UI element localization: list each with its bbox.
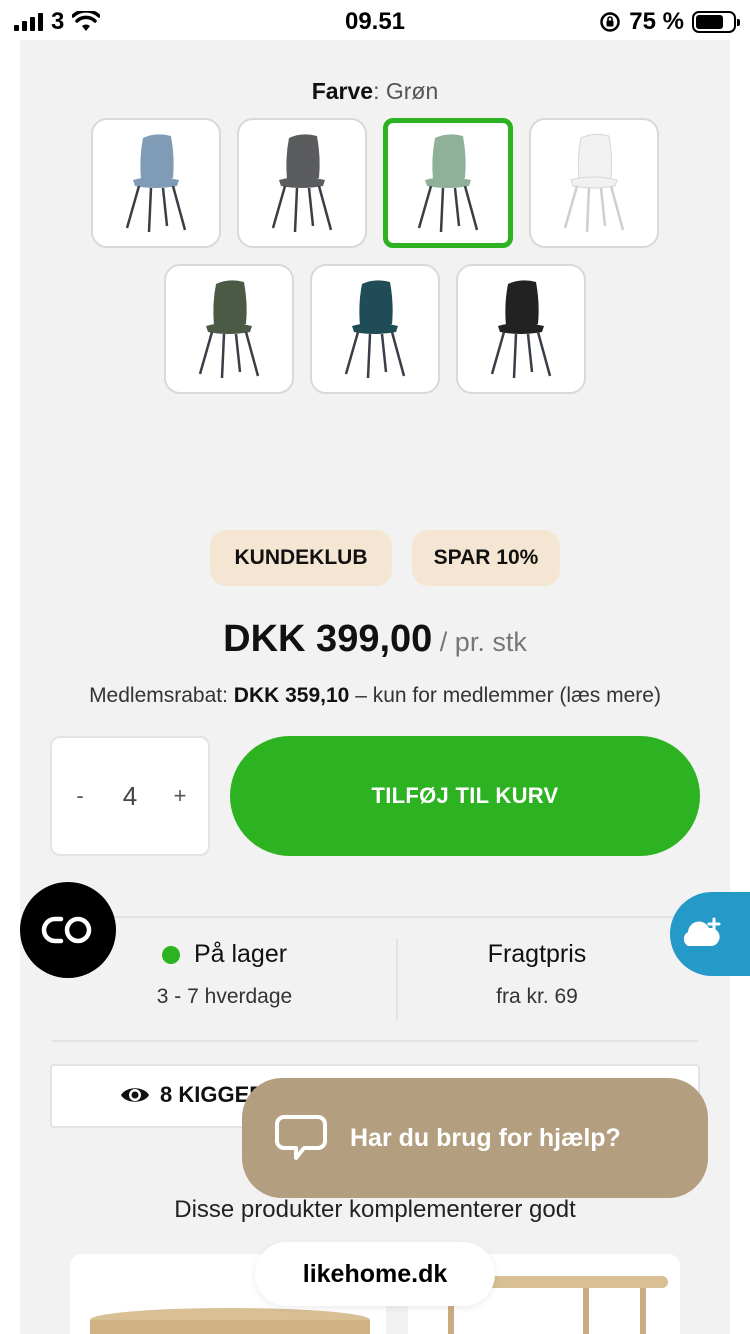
quantity-plus-button[interactable]: + [170, 783, 190, 809]
freight-price: fra kr. 69 [496, 985, 578, 1008]
price-unit: / pr. stk [432, 627, 527, 657]
divider-top [52, 916, 698, 918]
price: DKK 399,00 [223, 618, 433, 660]
badge-kundeklub: KUNDEKLUB [210, 530, 392, 586]
chair-image [344, 280, 406, 379]
in-stock-dot-icon [161, 945, 180, 964]
delivery-time: 3 - 7 hverdage [156, 985, 293, 1008]
color-swatch-green[interactable] [383, 118, 513, 248]
cloud-plus-icon [683, 917, 721, 946]
member-suffix: – kun for medlemmer (læs mere) [349, 684, 661, 707]
color-label: Farve: Grøn [0, 78, 750, 105]
member-price: DKK 359,10 [233, 684, 350, 707]
chat-bubble-icon [275, 1115, 327, 1160]
stock-title: På lager [193, 940, 288, 968]
status-right: 75 % [599, 8, 740, 36]
eye-icon [121, 1088, 149, 1102]
rotation-lock-icon [600, 12, 621, 32]
chair-image [417, 134, 479, 233]
color-label-key: Farve [311, 78, 374, 104]
badge-spar: SPAR 10% [412, 530, 560, 586]
site-domain-label[interactable]: likehome.dk [255, 1242, 495, 1306]
price-row: DKK 399,00 / pr. stk [0, 618, 750, 661]
member-prefix: Medlemsrabat: [89, 684, 234, 707]
status-bar: 3 09.51 75 % [0, 0, 750, 40]
color-swatch-petrol[interactable] [310, 264, 440, 394]
cloud-add-button[interactable] [670, 892, 750, 976]
help-text: Har du brug for hjælp? [350, 1123, 621, 1152]
quantity-minus-button[interactable]: - [70, 783, 90, 809]
color-swatch-blue-grey[interactable] [91, 118, 221, 248]
add-to-cart-button[interactable]: TILFØJ TIL KURV [230, 736, 700, 856]
color-label-value: : Grøn [373, 78, 439, 104]
loyalty-link-button[interactable] [20, 882, 116, 978]
color-swatch-black[interactable] [456, 264, 586, 394]
chair-image [563, 133, 625, 233]
battery-icon [692, 11, 740, 33]
color-swatch-dark-grey[interactable] [237, 118, 367, 248]
link-loop-icon [41, 916, 92, 944]
chair-image [125, 134, 187, 233]
help-chat-button[interactable]: Har du brug for hjælp? [242, 1078, 708, 1198]
freight-info: Fragtpris fra kr. 69 [398, 940, 676, 1009]
battery-percent: 75 % [629, 8, 684, 35]
freight-title: Fragtpris [487, 940, 587, 968]
chair-image [198, 280, 260, 379]
complement-title: Disse produkter komplementerer godt [174, 1196, 576, 1223]
chair-image [490, 280, 552, 379]
quantity-stepper: - 4 + [50, 736, 210, 856]
color-swatch-olive[interactable] [164, 264, 294, 394]
member-discount[interactable]: Medlemsrabat: DKK 359,10 – kun for medle… [0, 684, 750, 708]
chair-image [271, 134, 333, 233]
quantity-value[interactable]: 4 [123, 781, 137, 812]
divider-bottom [52, 1040, 698, 1042]
color-swatch-white[interactable] [529, 118, 659, 248]
